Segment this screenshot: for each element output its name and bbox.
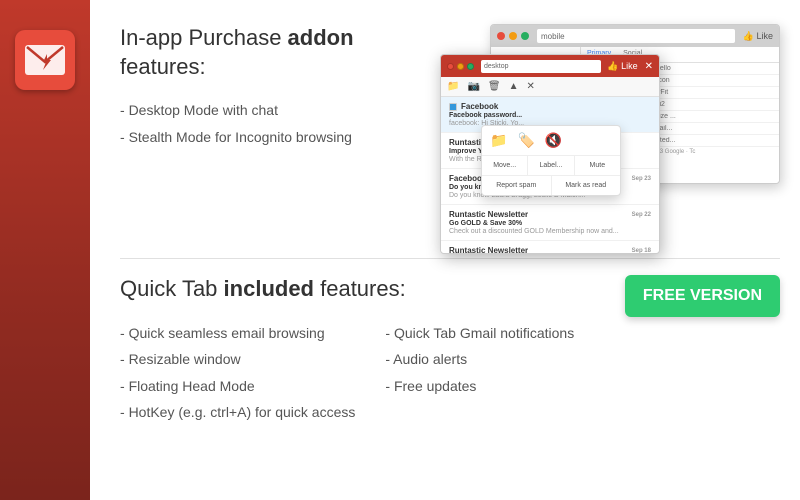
bottom-section: Quick Tab included features: Quick seaml…: [120, 275, 780, 426]
chrome-url-bar: mobile: [537, 29, 735, 43]
free-button-area: FREE VERSION: [630, 275, 780, 327]
screenshots-area: mobile 👍 Like Google Gmail ▾ COMPOSE Inb…: [440, 24, 780, 224]
mobile-sender: Runtastic Newsletter Sep 22: [449, 210, 651, 219]
mobile-dot-yellow: [457, 63, 464, 70]
mobile-toolbar: 📁 📷 🗑 ▲ ✕: [441, 77, 659, 97]
move-icon: 📁: [490, 132, 507, 149]
addon-feature-item: Desktop Mode with chat: [120, 97, 420, 124]
mobile-dot-green: [467, 63, 474, 70]
top-section: In-app Purchase addon features: Desktop …: [120, 24, 780, 224]
mobile-preview: Check out a discounted GOLD Membership n…: [449, 228, 651, 235]
chrome-bar-desktop: mobile 👍 Like: [491, 25, 779, 47]
sidebar: [0, 0, 90, 500]
mobile-sender: Facebook: [449, 102, 651, 111]
included-feature-item: Resizable window: [120, 346, 355, 373]
label-icon: 🏷️: [517, 132, 534, 149]
mobile-email-row[interactable]: Runtastic Newsletter Sep 22 Go GOLD & Sa…: [441, 205, 659, 241]
included-feature-item: Quick seamless email browsing: [120, 320, 355, 347]
ctx-move[interactable]: Move...: [482, 156, 528, 175]
mail-icon: [25, 40, 65, 80]
included-title: Quick Tab included features:: [120, 275, 630, 304]
ctx-spam[interactable]: Report spam: [482, 176, 552, 195]
folder-icon[interactable]: 📁: [447, 81, 459, 92]
section-divider: [120, 258, 780, 259]
addon-feature-item: Stealth Mode for Incognito browsing: [120, 124, 420, 151]
mobile-subject: Go GOLD & Save 30%: [449, 220, 651, 227]
main-content: In-app Purchase addon features: Desktop …: [90, 0, 800, 500]
ctx-mark-read[interactable]: Mark as read: [552, 176, 621, 195]
mobile-dot-red: [447, 63, 454, 70]
app-icon: [15, 30, 75, 90]
mobile-like: 👍 Like: [607, 61, 637, 72]
chrome-dot-red: [497, 32, 505, 40]
addon-title: In-app Purchase addon features:: [120, 24, 420, 81]
context-menu-items: Move... Label... Mute: [482, 156, 620, 175]
like-button: 👍 Like: [743, 31, 773, 42]
mute-icon: 🔇: [545, 132, 562, 149]
included-feature-list-1: Quick seamless email browsing Resizable …: [120, 320, 355, 426]
addon-feature-list: Desktop Mode with chat Stealth Mode for …: [120, 97, 420, 150]
included-feature-item: Quick Tab Gmail notifications: [385, 320, 574, 347]
included-features-section: Quick Tab included features: Quick seaml…: [120, 275, 630, 426]
camera-icon[interactable]: 📷: [467, 81, 479, 92]
checkbox[interactable]: [449, 103, 457, 111]
ctx-label[interactable]: Label...: [528, 156, 574, 175]
trash-icon[interactable]: 🗑: [488, 81, 501, 92]
mobile-url-bar: desktop: [481, 60, 601, 73]
chrome-dot-yellow: [509, 32, 517, 40]
chrome-bar-mobile: desktop 👍 Like ✕: [441, 55, 659, 77]
included-feature-item: Audio alerts: [385, 346, 574, 373]
included-feature-item: Free updates: [385, 373, 574, 400]
included-feature-item: Floating Head Mode: [120, 373, 355, 400]
context-menu-items-2: Report spam Mark as read: [482, 175, 620, 195]
chrome-dot-green: [521, 32, 529, 40]
up-icon[interactable]: ▲: [509, 81, 519, 92]
context-menu: 📁 🏷️ 🔇 Move... Label... Mute Report spam…: [481, 125, 621, 196]
ctx-mute[interactable]: Mute: [575, 156, 620, 175]
included-feature-item: HotKey (e.g. ctrl+A) for quick access: [120, 399, 355, 426]
mobile-close-button[interactable]: ✕: [645, 61, 653, 72]
mobile-screenshot: desktop 👍 Like ✕ 📁 📷 🗑 ▲ ✕: [440, 54, 660, 254]
mobile-body: 📁 📷 🗑 ▲ ✕ Facebook Facebook password...: [441, 77, 659, 253]
mobile-subject: Facebook password...: [449, 112, 651, 119]
mobile-email-row[interactable]: Runtastic Newsletter Sep 18 Order the Ru…: [441, 241, 659, 253]
close-icon[interactable]: ✕: [527, 81, 535, 92]
bottom-features: Quick seamless email browsing Resizable …: [120, 320, 630, 426]
free-version-button[interactable]: FREE VERSION: [625, 275, 780, 317]
mobile-sender: Runtastic Newsletter Sep 18: [449, 246, 651, 253]
addon-features-section: In-app Purchase addon features: Desktop …: [120, 24, 420, 224]
included-feature-list-2: Quick Tab Gmail notifications Audio aler…: [385, 320, 574, 426]
context-menu-icons: 📁 🏷️ 🔇: [482, 126, 620, 156]
